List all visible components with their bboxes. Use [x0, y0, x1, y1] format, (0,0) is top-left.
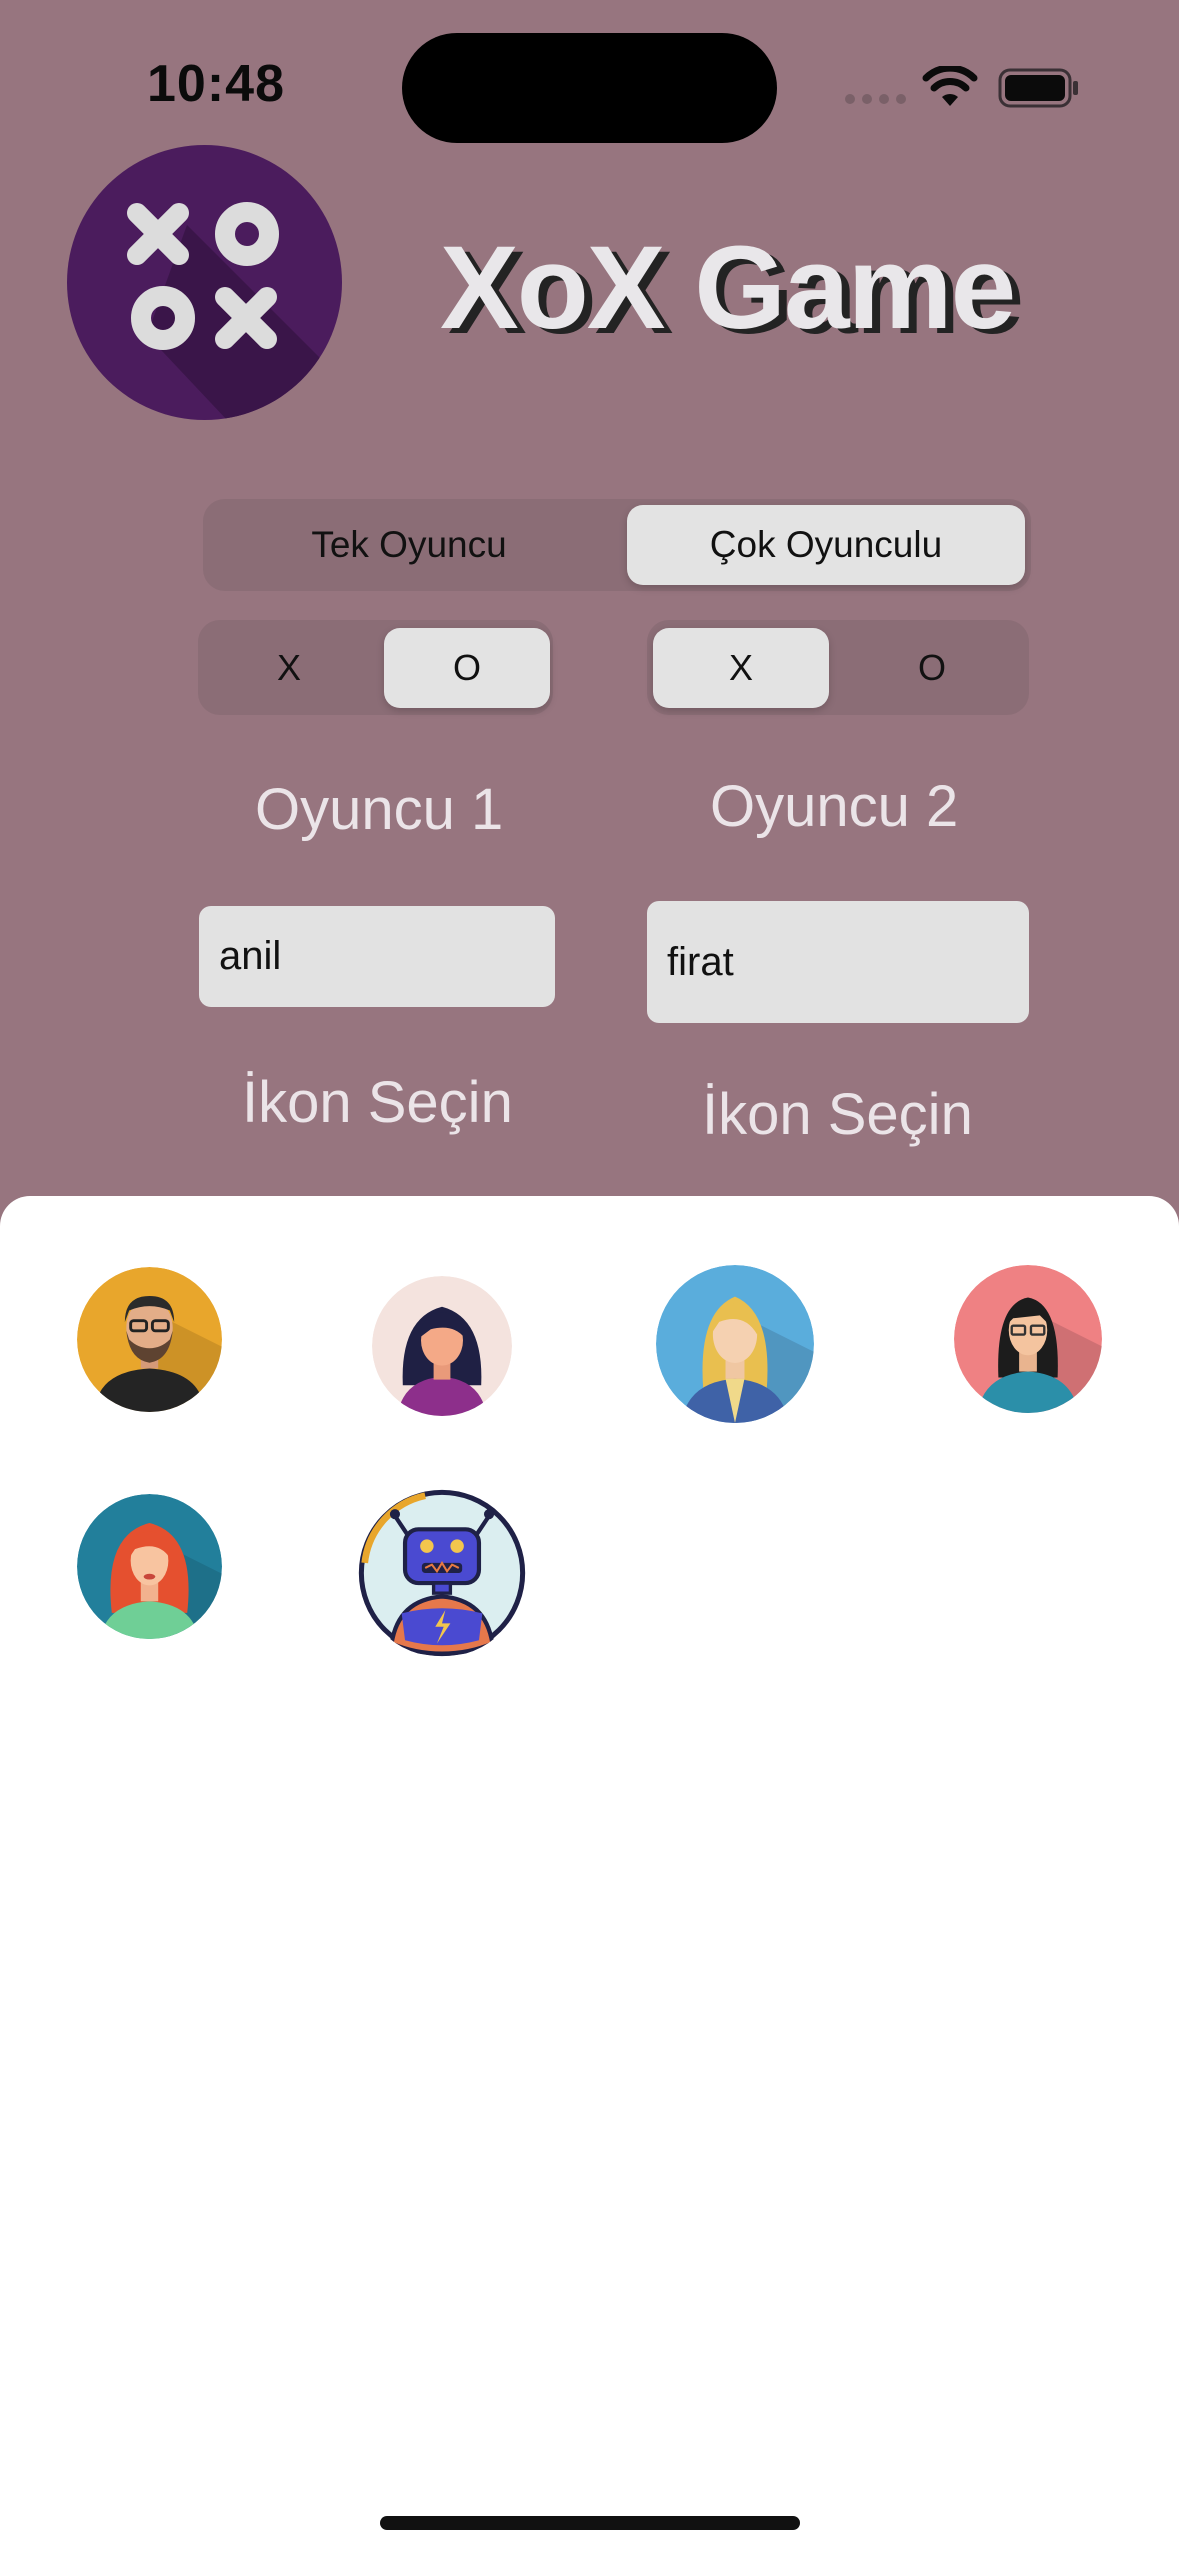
player1-symbol-o[interactable]: O	[384, 628, 550, 708]
battery-icon	[998, 68, 1078, 108]
player2-label: Oyuncu 2	[710, 774, 959, 839]
player1-label: Oyuncu 1	[255, 777, 504, 842]
game-mode-selector: Tek Oyuncu Çok Oyunculu	[203, 499, 1031, 591]
mode-option-multiplayer[interactable]: Çok Oyunculu	[627, 505, 1025, 585]
app-logo	[67, 145, 342, 420]
player1-name-input[interactable]	[199, 906, 555, 1007]
player1-symbol-selector: X O	[198, 620, 553, 715]
player2-symbol-x[interactable]: X	[653, 628, 829, 708]
player2-symbol-selector: X O	[647, 620, 1029, 715]
woman-dark-hair-avatar-icon[interactable]	[372, 1276, 512, 1416]
woman-blonde-avatar-icon[interactable]	[656, 1265, 814, 1423]
player2-name-input[interactable]	[647, 901, 1029, 1023]
wifi-icon	[922, 66, 978, 106]
woman-glasses-avatar-icon[interactable]	[954, 1265, 1102, 1413]
dynamic-island	[402, 33, 777, 143]
home-indicator[interactable]	[380, 2516, 800, 2530]
cellular-signal-icon	[845, 94, 906, 104]
status-time: 10:48	[147, 55, 285, 113]
player2-symbol-o[interactable]: O	[843, 628, 1021, 708]
woman-red-hair-avatar-icon[interactable]	[77, 1494, 222, 1639]
robot-avatar-icon[interactable]	[358, 1489, 526, 1657]
player1-symbol-x[interactable]: X	[206, 628, 372, 708]
player2-icon-label: İkon Seçin	[702, 1082, 973, 1147]
player1-icon-label: İkon Seçin	[242, 1070, 513, 1135]
man-beard-glasses-avatar-icon[interactable]	[77, 1267, 222, 1412]
mode-option-single-player[interactable]: Tek Oyuncu	[209, 505, 609, 585]
app-title: XoX Game	[440, 222, 1016, 354]
